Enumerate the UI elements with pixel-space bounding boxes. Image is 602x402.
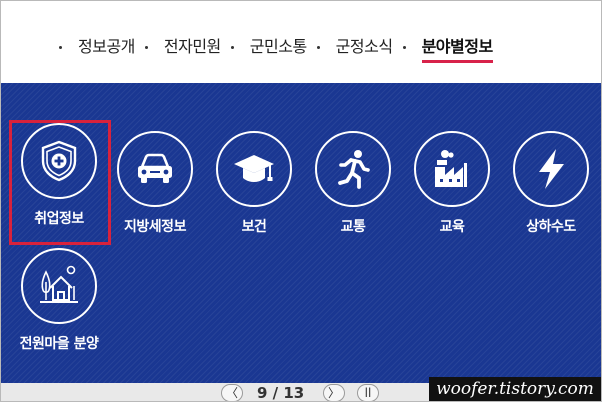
factory-icon	[435, 150, 467, 187]
tile-label: 취업정보	[34, 211, 84, 227]
tile-label: 교육	[439, 219, 465, 235]
tile-circle	[315, 131, 391, 207]
tile-water-sewage[interactable]: 상하수도	[503, 131, 599, 236]
nav-label[interactable]: 분야별정보	[421, 36, 493, 63]
tile-label: 상하수도	[526, 219, 576, 235]
tile-local-tax[interactable]: 지방세정보	[107, 131, 203, 236]
tile-label: 교통	[340, 219, 366, 235]
graduation-cap-icon	[234, 155, 274, 182]
tile-label: 전원마을 분양	[19, 336, 99, 352]
tile-circle	[117, 131, 193, 207]
tile-rural-village[interactable]: 전원마을 분양	[11, 248, 107, 353]
nav-item-e-civil[interactable]: 전자민원	[135, 36, 221, 58]
bullet-icon	[59, 45, 62, 49]
nav-label[interactable]: 전자민원	[164, 36, 221, 58]
village-house-icon	[40, 265, 78, 303]
nav-item-field-info[interactable]: 분야별정보	[393, 31, 493, 63]
bullet-icon	[316, 45, 320, 49]
lightning-icon	[539, 149, 564, 189]
nav-item-county-news[interactable]: 군정소식	[307, 36, 393, 58]
top-navigation: 정보공개 전자민원 군민소통 군정소식 분야별정보	[1, 1, 601, 83]
next-button[interactable]: 〉	[323, 384, 345, 401]
bullet-icon	[402, 45, 406, 49]
prev-button[interactable]: 〈	[221, 384, 243, 401]
tile-transport[interactable]: 교통	[305, 131, 401, 236]
watermark: woofer.tistory.com	[429, 377, 601, 401]
tile-label: 보건	[241, 219, 267, 235]
tile-education[interactable]: 교육	[404, 131, 500, 236]
pause-button[interactable]: ll	[357, 384, 379, 401]
shield-plus-icon	[41, 140, 77, 182]
tile-circle	[513, 131, 589, 207]
page-counter: 9 / 13	[257, 384, 305, 402]
tile-label: 지방세정보	[124, 219, 186, 235]
page-frame: 정보공개 전자민원 군민소통 군정소식 분야별정보 취업정보 지방세정보 보건 …	[0, 0, 602, 402]
tile-circle	[216, 131, 292, 207]
tile-circle	[21, 248, 97, 324]
category-panel: 취업정보 지방세정보 보건 교통 교육 상하수도 전원마을 분양	[1, 83, 601, 383]
tile-employment[interactable]: 취업정보	[9, 120, 111, 245]
tile-health[interactable]: 보건	[206, 131, 302, 236]
bullet-icon	[230, 45, 234, 49]
nav-label[interactable]: 군민소통	[250, 36, 307, 58]
nav-item-info-disclosure[interactable]: 정보공개	[49, 36, 135, 58]
nav-label[interactable]: 정보공개	[78, 36, 135, 58]
bullet-icon	[144, 45, 148, 49]
nav-item-communication[interactable]: 군민소통	[221, 36, 307, 58]
running-person-icon	[338, 150, 370, 189]
tile-circle	[414, 131, 490, 207]
nav-label[interactable]: 군정소식	[336, 36, 393, 58]
car-icon	[138, 153, 172, 183]
tile-circle	[21, 123, 97, 199]
